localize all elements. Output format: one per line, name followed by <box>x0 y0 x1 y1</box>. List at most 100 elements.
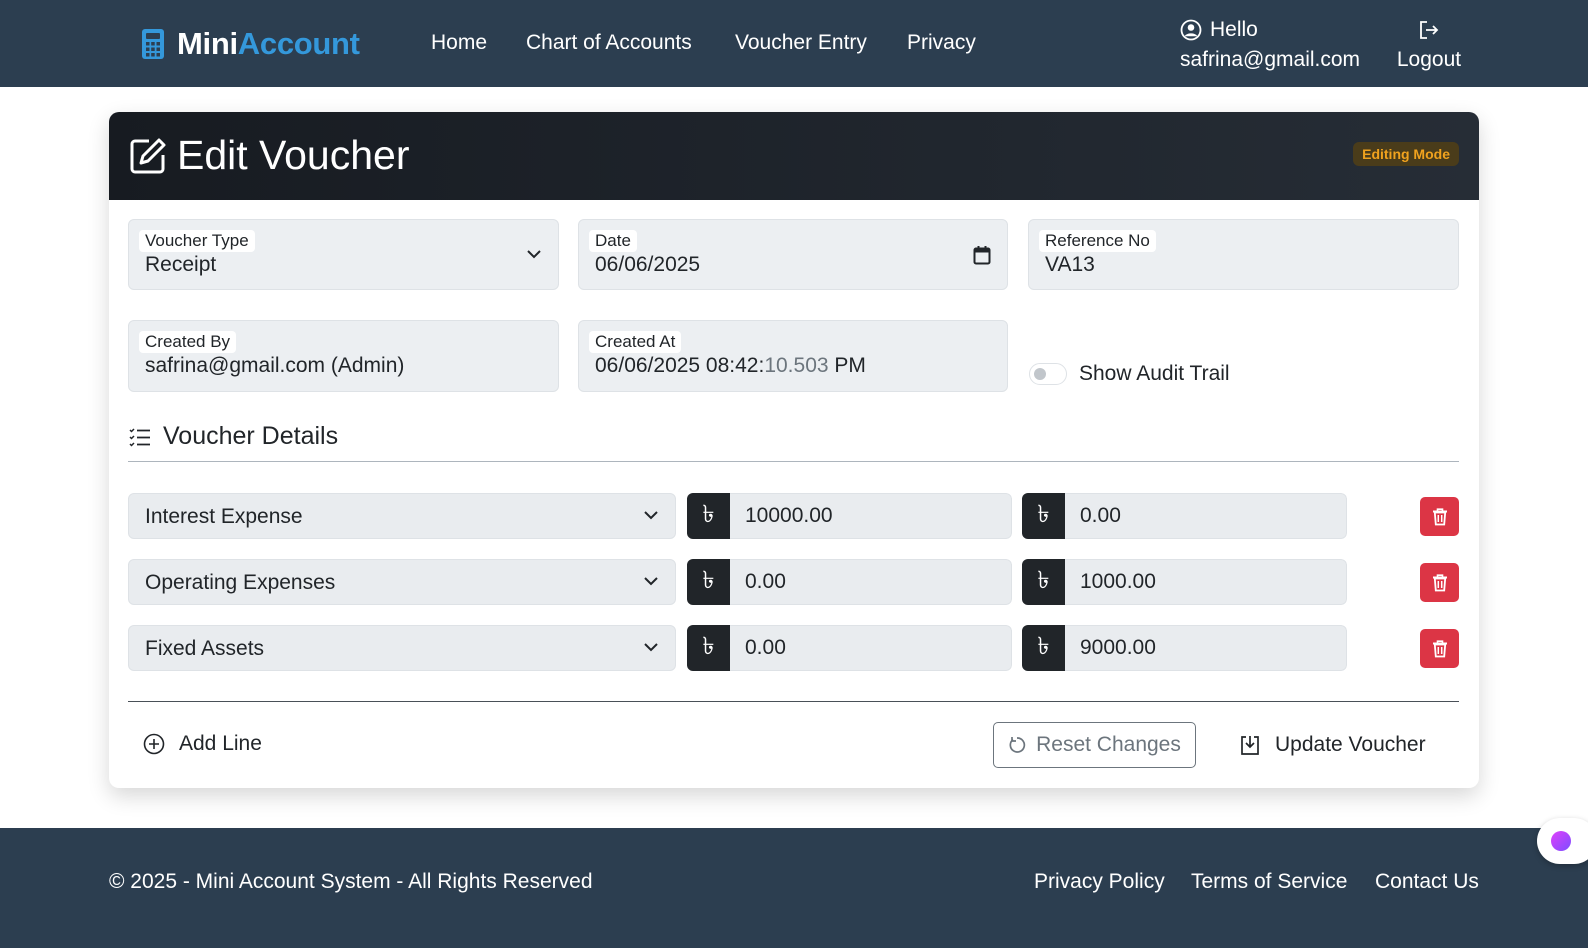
created-at-ms: 10.503 <box>764 354 829 377</box>
chevron-down-icon <box>644 643 658 652</box>
line-credit-input[interactable]: ৳ 0.00 <box>1022 493 1347 539</box>
voucher-details-title: Voucher Details <box>129 422 338 451</box>
user-menu[interactable]: Hello safrina@gmail.com <box>1180 15 1360 75</box>
line-account-value: Operating Expenses <box>145 571 336 594</box>
chevron-down-icon <box>644 577 658 586</box>
audit-trail-switch[interactable] <box>1029 363 1067 385</box>
page-title-text: Edit Voucher <box>177 132 410 178</box>
voucher-type-value: Receipt <box>145 253 217 276</box>
taka-icon: ৳ <box>1022 493 1065 539</box>
line-account-select[interactable]: Interest Expense <box>128 493 676 539</box>
assistant-icon <box>1551 831 1571 851</box>
section-divider <box>128 461 1459 462</box>
line-debit-value[interactable]: 0.00 <box>730 559 1012 605</box>
save-download-icon <box>1241 736 1259 755</box>
created-at-label: Created At <box>589 331 682 353</box>
delete-line-button[interactable] <box>1420 497 1459 536</box>
line-debit-input[interactable]: ৳ 0.00 <box>687 559 1012 605</box>
created-at-main: 06/06/2025 08:42: <box>595 354 765 377</box>
taka-icon: ৳ <box>687 625 730 671</box>
taka-icon: ৳ <box>687 493 730 539</box>
line-account-value: Interest Expense <box>145 505 303 528</box>
reference-no-label: Reference No <box>1039 230 1156 252</box>
reference-no-field[interactable]: Reference No VA13 <box>1028 219 1459 290</box>
reset-changes-button[interactable]: Reset Changes <box>993 722 1196 768</box>
created-at-field: Created At 06/06/2025 08:42:10.503 PM <box>578 320 1008 392</box>
logout-button[interactable]: Logout <box>1396 15 1462 75</box>
date-field[interactable]: Date 06/06/2025 <box>578 219 1008 290</box>
trash-icon <box>1432 573 1447 591</box>
line-account-select[interactable]: Fixed Assets <box>128 625 676 671</box>
taka-icon: ৳ <box>1022 559 1065 605</box>
voucher-type-select[interactable]: Voucher Type Receipt <box>128 219 559 290</box>
footer-privacy-policy-link[interactable]: Privacy Policy <box>1034 870 1165 894</box>
footer: © 2025 - Mini Account System - All Right… <box>0 828 1588 948</box>
line-debit-input[interactable]: ৳ 0.00 <box>687 625 1012 671</box>
footer-contact-link[interactable]: Contact Us <box>1375 870 1479 894</box>
voucher-type-label: Voucher Type <box>139 230 255 252</box>
plus-circle-icon <box>143 733 165 755</box>
edit-voucher-card: Edit Voucher Editing Mode Voucher Type R… <box>109 112 1479 788</box>
line-account-value: Fixed Assets <box>145 637 265 660</box>
floating-assistant-button[interactable] <box>1537 818 1588 864</box>
logout-icon <box>1420 21 1439 39</box>
page-title: Edit Voucher <box>129 132 410 179</box>
user-email: safrina@gmail.com <box>1180 48 1361 71</box>
update-voucher-label: Update Voucher <box>1275 733 1426 756</box>
calendar-icon[interactable] <box>973 245 991 265</box>
trash-icon <box>1432 639 1447 657</box>
nav-privacy[interactable]: Privacy <box>907 31 976 55</box>
footer-terms-link[interactable]: Terms of Service <box>1191 870 1347 894</box>
line-debit-input[interactable]: ৳ 10000.00 <box>687 493 1012 539</box>
add-line-label: Add Line <box>179 732 262 755</box>
copyright-text: © 2025 - Mini Account System - All Right… <box>109 870 593 893</box>
calculator-icon <box>142 29 164 59</box>
nav-voucher-entry[interactable]: Voucher Entry <box>735 31 867 55</box>
nav-chart-of-accounts[interactable]: Chart of Accounts <box>526 31 692 55</box>
brand-logo[interactable]: MiniAccount <box>141 26 360 62</box>
list-check-icon <box>129 427 150 447</box>
update-voucher-button[interactable]: Update Voucher <box>1239 722 1426 768</box>
reference-no-value: VA13 <box>1045 253 1095 276</box>
actions-divider <box>128 701 1459 702</box>
date-label: Date <box>589 230 637 252</box>
delete-line-button[interactable] <box>1420 629 1459 668</box>
delete-line-button[interactable] <box>1420 563 1459 602</box>
brand-name: MiniAccount <box>177 26 360 62</box>
top-navbar: MiniAccount Home Chart of Accounts Vouch… <box>0 0 1588 87</box>
taka-icon: ৳ <box>1022 625 1065 671</box>
editing-mode-badge: Editing Mode <box>1353 142 1459 166</box>
trash-icon <box>1432 507 1447 525</box>
line-credit-input[interactable]: ৳ 1000.00 <box>1022 559 1347 605</box>
chevron-down-icon <box>644 511 658 520</box>
created-by-value: safrina@gmail.com (Admin) <box>145 354 405 377</box>
user-circle-icon <box>1180 19 1202 41</box>
nav-home[interactable]: Home <box>431 31 487 55</box>
brand-name-part1: Mini <box>177 26 238 61</box>
audit-trail-toggle[interactable]: Show Audit Trail <box>1029 362 1230 386</box>
line-credit-value[interactable]: 0.00 <box>1065 493 1347 539</box>
audit-trail-label: Show Audit Trail <box>1079 362 1230 385</box>
line-credit-input[interactable]: ৳ 9000.00 <box>1022 625 1347 671</box>
created-at-ampm: PM <box>834 354 866 377</box>
logout-label: Logout <box>1396 48 1462 71</box>
edit-icon <box>130 138 166 173</box>
reset-changes-label: Reset Changes <box>1036 733 1181 756</box>
brand-name-part2: Account <box>237 26 360 61</box>
user-greeting: Hello <box>1210 18 1258 41</box>
line-credit-value[interactable]: 1000.00 <box>1065 559 1347 605</box>
created-by-field: Created By safrina@gmail.com (Admin) <box>128 320 559 392</box>
card-header: Edit Voucher Editing Mode <box>109 112 1479 200</box>
date-value: 06/06/2025 <box>595 253 701 276</box>
line-debit-value[interactable]: 0.00 <box>730 625 1012 671</box>
add-line-button[interactable]: Add Line <box>143 732 262 756</box>
taka-icon: ৳ <box>687 559 730 605</box>
line-account-select[interactable]: Operating Expenses <box>128 559 676 605</box>
created-at-value: 06/06/2025 08:42:10.503 PM <box>595 354 866 378</box>
reset-icon <box>1009 737 1026 753</box>
created-by-label: Created By <box>139 331 237 353</box>
line-debit-value[interactable]: 10000.00 <box>730 493 1012 539</box>
line-credit-value[interactable]: 9000.00 <box>1065 625 1347 671</box>
voucher-details-title-text: Voucher Details <box>163 422 339 450</box>
chevron-down-icon <box>527 250 541 259</box>
